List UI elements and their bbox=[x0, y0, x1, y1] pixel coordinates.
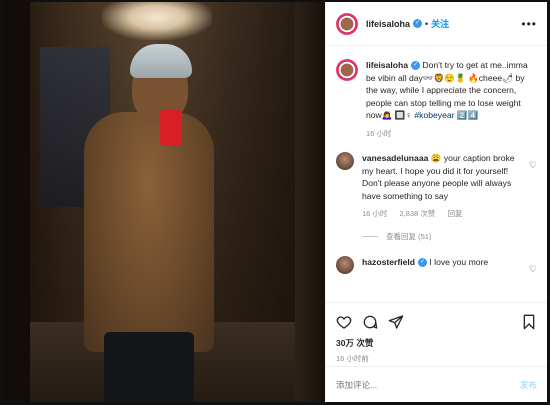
heart-icon[interactable] bbox=[336, 314, 352, 330]
like-comment-icon[interactable]: ♡ bbox=[529, 264, 537, 275]
post-dialog: lifeisaloha ✓ • 关注 ••• lifeisaloha ✓ Don'… bbox=[4, 2, 547, 402]
verified-icon: ✓ bbox=[413, 19, 423, 28]
verified-icon: ✓ bbox=[411, 61, 421, 71]
post-time: 16 小时前 bbox=[336, 354, 369, 363]
post-actions: 30万 次赞 16 小时前 bbox=[326, 302, 547, 364]
avatar[interactable] bbox=[336, 59, 358, 81]
like-comment-icon[interactable]: ♡ bbox=[529, 160, 537, 171]
comment-username[interactable]: hazosterfield bbox=[362, 257, 415, 267]
likes-count[interactable]: 30万 次赞 bbox=[336, 337, 537, 349]
caption-time[interactable]: 16 小时 bbox=[366, 129, 391, 138]
post-header: lifeisaloha ✓ • 关注 ••• bbox=[326, 2, 547, 46]
comment-likes[interactable]: 2,838 次赞 bbox=[400, 209, 436, 218]
post-photo bbox=[4, 2, 325, 402]
bookmark-icon[interactable] bbox=[521, 314, 537, 330]
avatar[interactable] bbox=[336, 12, 358, 35]
avatar[interactable] bbox=[336, 152, 354, 170]
comment-item: vanesadelunaaa 😩 your caption broke my h… bbox=[336, 152, 537, 221]
comment-input[interactable] bbox=[336, 379, 520, 390]
post-sidebar: lifeisaloha ✓ • 关注 ••• lifeisaloha ✓ Don'… bbox=[325, 2, 547, 402]
view-replies-button[interactable]: 查看回复 (51) bbox=[362, 231, 537, 242]
author-username[interactable]: lifeisaloha bbox=[366, 19, 410, 29]
reply-button[interactable]: 回复 bbox=[447, 209, 462, 218]
follow-button[interactable]: 关注 bbox=[431, 17, 449, 30]
comments-section: lifeisaloha ✓ Don't try to get at me..imm… bbox=[326, 47, 547, 302]
verified-icon: ✓ bbox=[418, 257, 428, 267]
comment-username[interactable]: vanesadelunaaa bbox=[362, 153, 428, 163]
comment-text: I love you more bbox=[429, 256, 489, 267]
caption-suffix: 2️⃣4️⃣ bbox=[454, 110, 479, 120]
comment-icon[interactable] bbox=[362, 314, 378, 330]
post-comment-button[interactable]: 发布 bbox=[520, 379, 537, 391]
comment-time[interactable]: 16 小时 bbox=[362, 209, 387, 218]
share-icon[interactable] bbox=[388, 314, 404, 330]
separator-dot: • bbox=[425, 18, 429, 29]
caption: lifeisaloha ✓ Don't try to get at me..imm… bbox=[336, 59, 537, 140]
hashtag-link[interactable]: #kobeyear bbox=[414, 110, 454, 120]
view-replies-label: 查看回复 (51) bbox=[386, 231, 432, 241]
avatar[interactable] bbox=[336, 255, 354, 274]
more-options-icon[interactable]: ••• bbox=[521, 17, 537, 31]
comment-item: hazosterfield ✓ I love you more ♡ bbox=[336, 255, 537, 275]
caption-username[interactable]: lifeisaloha bbox=[366, 60, 408, 70]
comment-composer: 发布 bbox=[326, 366, 547, 402]
